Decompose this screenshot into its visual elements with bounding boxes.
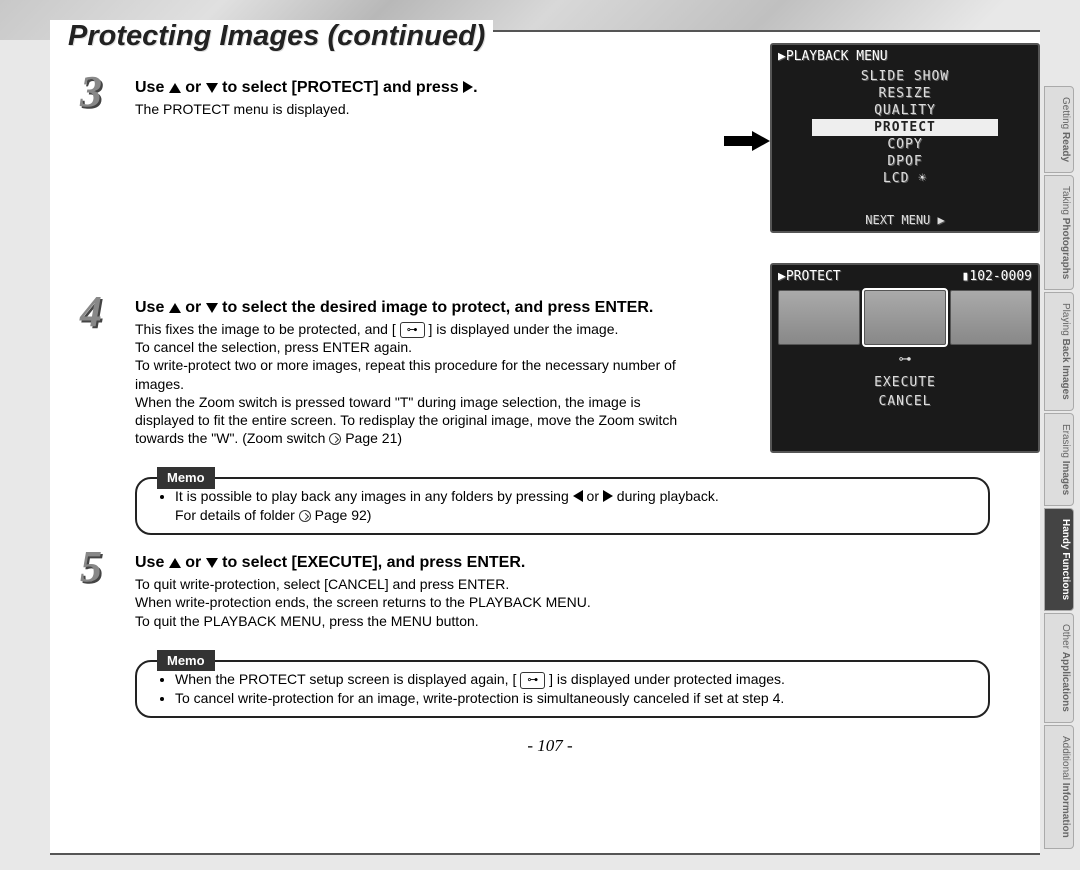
memo-box: Memo When the PROTECT setup screen is di… xyxy=(135,660,990,718)
memo-bullet: It is possible to play back any images i… xyxy=(175,487,974,525)
up-arrow-icon xyxy=(169,558,181,568)
memo-label: Memo xyxy=(157,650,215,672)
lcd-header-right: ▮102-0009 xyxy=(962,269,1032,284)
down-arrow-icon xyxy=(206,303,218,313)
tab-additional-information[interactable]: Additional Information xyxy=(1044,725,1074,849)
lcd-header-text: ▶PLAYBACK MENU xyxy=(778,49,888,64)
step-5-title: Use or to select [EXECUTE], and press EN… xyxy=(135,553,1010,573)
lcd-header: ▶PLAYBACK MENU xyxy=(772,45,1038,68)
manual-page: Protecting Images (continued) ▶PLAYBACK … xyxy=(50,30,1040,855)
page-ref-icon xyxy=(299,510,311,522)
memo-bullet: To cancel write-protection for an image,… xyxy=(175,689,974,708)
page-number: - 107 - xyxy=(90,736,1010,756)
page-title: Protecting Images (continued) xyxy=(68,20,485,52)
step-number: 5 xyxy=(80,541,102,592)
tab-taking-photographs[interactable]: Taking Photographs xyxy=(1044,175,1074,290)
left-arrow-icon xyxy=(573,490,583,502)
tab-playing-back-images[interactable]: Playing Back Images xyxy=(1044,292,1074,411)
page-title-bar: Protecting Images (continued) xyxy=(50,20,493,53)
down-arrow-icon xyxy=(206,83,218,93)
step-4-title: Use or to select the desired image to pr… xyxy=(135,298,695,318)
step-number: 3 xyxy=(80,66,102,117)
step-5: 5 Use or to select [EXECUTE], and press … xyxy=(90,553,1010,630)
memo-box: Memo It is possible to play back any ima… xyxy=(135,477,990,535)
right-arrow-icon xyxy=(603,490,613,502)
page-content: ▶PLAYBACK MENU SLIDE SHOW RESIZE QUALITY… xyxy=(50,53,1040,766)
step-4-text: This fixes the image to be protected, an… xyxy=(135,320,695,447)
key-icon: ⊶ xyxy=(400,322,425,338)
step-4: 4 Use or to select the desired image to … xyxy=(90,298,1010,447)
section-tabs: Getting Ready Taking Photographs Playing… xyxy=(1044,86,1074,851)
tab-getting-ready[interactable]: Getting Ready xyxy=(1044,86,1074,173)
tab-other-applications[interactable]: Other Applications xyxy=(1044,613,1074,723)
step-number: 4 xyxy=(80,286,102,337)
up-arrow-icon xyxy=(169,83,181,93)
memo-label: Memo xyxy=(157,467,215,489)
step-5-text: To quit write-protection, select [CANCEL… xyxy=(135,575,1010,630)
key-icon: ⊶ xyxy=(520,672,545,689)
tab-handy-functions[interactable]: Handy Functions xyxy=(1044,508,1074,611)
step-3: 3 Use or to select [PROTECT] and press .… xyxy=(90,78,1010,268)
lcd-header: ▶PROTECT ▮102-0009 xyxy=(772,265,1038,288)
step-3-text: The PROTECT menu is displayed. xyxy=(135,100,695,118)
lcd-header-left: ▶PROTECT xyxy=(778,269,841,284)
right-arrow-icon xyxy=(463,81,473,93)
up-arrow-icon xyxy=(169,303,181,313)
memo-bullet: When the PROTECT setup screen is display… xyxy=(175,670,974,689)
down-arrow-icon xyxy=(206,558,218,568)
step-3-title: Use or to select [PROTECT] and press . xyxy=(135,78,695,98)
tab-erasing-images[interactable]: Erasing Images xyxy=(1044,413,1074,506)
page-ref-icon xyxy=(329,433,341,445)
